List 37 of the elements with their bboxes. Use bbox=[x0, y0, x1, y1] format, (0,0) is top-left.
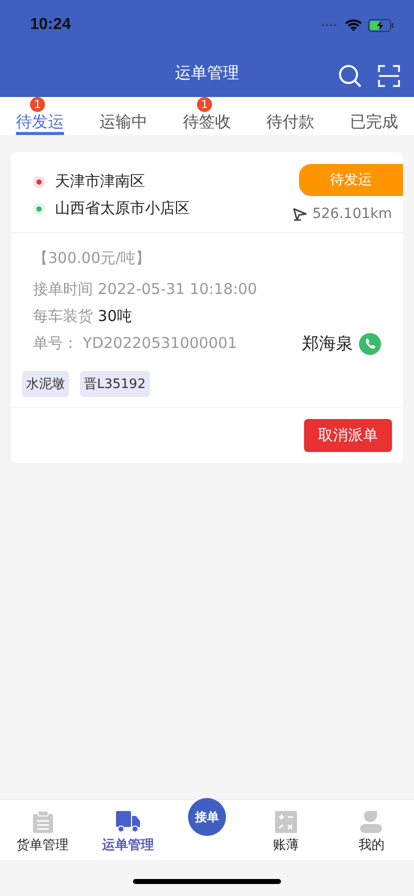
price-text: 【300.00元/吨】 bbox=[33, 249, 152, 268]
status-tab[interactable]: 待付款 bbox=[266, 111, 314, 135]
navigation-icon bbox=[293, 208, 308, 220]
truck-icon bbox=[116, 811, 140, 833]
route-place: 山西省太原市小店区 bbox=[55, 199, 190, 218]
scan-icon[interactable] bbox=[378, 65, 400, 87]
field-text: 接单时间 2022-05-31 10:18:00 bbox=[33, 280, 258, 299]
count-badge: 1 bbox=[197, 97, 212, 112]
nav-tab[interactable]: 货单管理 bbox=[0, 800, 86, 860]
status-tab[interactable]: 已完成 bbox=[350, 111, 398, 135]
signal-icon bbox=[321, 23, 337, 27]
wifi-icon bbox=[345, 19, 362, 31]
nav-tab[interactable]: 账薄 bbox=[244, 800, 329, 860]
info-tag: 晋L35192 bbox=[80, 371, 150, 397]
location-dot-icon bbox=[33, 202, 45, 214]
location-dot-icon bbox=[33, 176, 45, 188]
count-badge: 1 bbox=[30, 97, 45, 112]
cancel-dispatch-button[interactable]: 取消派单 bbox=[304, 419, 392, 452]
nav-tab[interactable]: 运单管理 bbox=[85, 800, 170, 860]
field-text: 单号： YD20220531000001 bbox=[33, 334, 238, 353]
user-icon bbox=[360, 811, 382, 833]
accept-order-button[interactable]: 接单 bbox=[188, 798, 226, 836]
status-tag: 待发运 bbox=[299, 164, 403, 196]
status-time: 10:24 bbox=[30, 16, 71, 34]
field-text: 每车装货 30吨 bbox=[33, 307, 132, 326]
distance-text: 526.101km bbox=[312, 206, 392, 222]
battery-icon bbox=[368, 18, 394, 32]
info-tag: 水泥墩 bbox=[22, 371, 69, 397]
route-place: 天津市津南区 bbox=[55, 172, 145, 191]
nav-tab[interactable]: 我的 bbox=[328, 800, 414, 860]
status-tab[interactable]: 运输中 bbox=[100, 111, 148, 135]
driver-name: 郑海泉 bbox=[302, 333, 353, 355]
status-tab[interactable]: 待签收 bbox=[183, 111, 231, 135]
page-title: 运单管理 bbox=[175, 63, 239, 84]
clipboard-icon bbox=[32, 811, 54, 833]
search-icon[interactable] bbox=[338, 64, 362, 88]
calculator-icon bbox=[275, 811, 298, 833]
